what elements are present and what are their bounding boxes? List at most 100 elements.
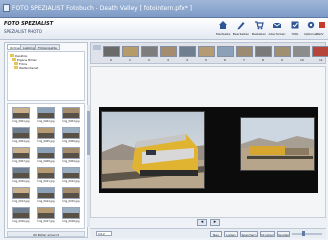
- strip-page-number: 1: [129, 58, 131, 62]
- thumbnail-image: [37, 207, 55, 219]
- thumbnail-item[interactable]: Img_0013.jpg: [12, 187, 30, 204]
- bottom-bar: 1/12 Neu Laden Speichern Drucken Senden: [90, 228, 326, 238]
- train-photo-small-image: [241, 118, 314, 170]
- thumbnail-image: [62, 107, 80, 119]
- thumbnail-caption: Img_0007.jpg: [12, 160, 30, 163]
- folder-icon: [14, 62, 18, 65]
- thumbnail-item[interactable]: Img_0010.jpg: [12, 167, 30, 184]
- thumbnail-item[interactable]: Img_0007.jpg: [12, 147, 30, 164]
- strip-page-thumbnail[interactable]: [217, 46, 234, 57]
- strip-page-number: 5: [205, 58, 207, 62]
- thumbnail-caption: Img_0018.jpg: [62, 220, 80, 223]
- strip-page-number: 11: [319, 58, 323, 62]
- pencil-icon: [237, 22, 245, 30]
- new-button[interactable]: Neu: [210, 231, 222, 237]
- thumbnail-image: [12, 207, 30, 219]
- thumbnail-item[interactable]: Img_0005.jpg: [37, 127, 55, 144]
- left-panel: Ordner Lieblings Fotoprojekte Desktop Ei…: [4, 42, 90, 238]
- more-button[interactable]: Mehr: [316, 20, 328, 38]
- thumbnail-image: [62, 167, 80, 179]
- thumbnail-image: [37, 127, 55, 139]
- thumbnail-item[interactable]: Img_0016.jpg: [12, 207, 30, 224]
- thumbnail-item[interactable]: Img_0008.jpg: [37, 147, 55, 164]
- cart-icon: [255, 21, 264, 30]
- thumbnail-item[interactable]: Img_0011.jpg: [37, 167, 55, 184]
- tree-item-label: Wetterdienst: [19, 66, 39, 70]
- thumbnail-item[interactable]: Img_0003.jpg: [62, 107, 80, 124]
- strip-page-thumbnail[interactable]: [293, 46, 310, 57]
- strip-page-number: 10: [300, 58, 304, 62]
- print-button[interactable]: Drucken: [260, 231, 275, 237]
- thumbnail-image: [12, 107, 30, 119]
- strip-page-number: 0: [110, 58, 112, 62]
- images-status: 99 Bilder erkannt: [7, 231, 85, 237]
- strip-page-thumbnail[interactable]: [255, 46, 272, 57]
- next-page-button[interactable]: ▸: [210, 219, 220, 226]
- strip-page-thumbnail[interactable]: [236, 46, 253, 57]
- thumbnail-item[interactable]: Img_0012.jpg: [62, 167, 80, 184]
- photo-spread[interactable]: [99, 107, 318, 193]
- thumbnail-caption: Img_0012.jpg: [62, 180, 80, 183]
- thumbnail-image: [62, 187, 80, 199]
- thumbnail-item[interactable]: Img_0009.jpg: [62, 147, 80, 164]
- window-title: FOTO SPEZIALIST Fotobuch - Death Valley …: [12, 5, 192, 12]
- more-label: Mehr: [316, 32, 324, 36]
- thumbnail-grid: Img_0001.jpg Img_0002.jpg Img_0003.jpg Img_…: [7, 103, 85, 229]
- strip-page-thumbnail[interactable]: [198, 46, 215, 57]
- thumbnail-caption: Img_0011.jpg: [37, 180, 55, 183]
- strip-page-thumbnail[interactable]: [103, 46, 120, 57]
- strip-page-number: 4: [186, 58, 188, 62]
- thumbnail-item[interactable]: Img_0018.jpg: [62, 207, 80, 224]
- thumbnail-caption: Img_0008.jpg: [37, 160, 55, 163]
- thumbnail-item[interactable]: Img_0002.jpg: [37, 107, 55, 124]
- page-indicator[interactable]: 1/12: [96, 231, 112, 236]
- photo-train-right[interactable]: [240, 117, 315, 171]
- thumbnail-caption: Img_0009.jpg: [62, 160, 80, 163]
- title-bar: FOTO SPEZIALIST Fotobuch - Death Valley …: [0, 0, 328, 18]
- thumbnail-caption: Img_0014.jpg: [37, 200, 55, 203]
- strip-page-number: 6: [224, 58, 226, 62]
- thumbnail-item[interactable]: Img_0006.jpg: [62, 127, 80, 144]
- brand-line2: SPEZIALIST PHOTO: [4, 29, 42, 34]
- folder-icon: [12, 58, 16, 61]
- send-icon: [272, 22, 282, 28]
- help-icon: [291, 21, 299, 29]
- thumbnail-item[interactable]: Img_0015.jpg: [62, 187, 80, 204]
- strip-page-thumbnail[interactable]: [160, 46, 177, 57]
- thumbnail-image: [62, 207, 80, 219]
- thumbnail-image: [12, 187, 30, 199]
- strip-page-thumbnail[interactable]: [312, 46, 328, 57]
- thumbnail-item[interactable]: Img_0001.jpg: [12, 107, 30, 124]
- load-button[interactable]: Laden: [224, 231, 238, 237]
- thumbnail-image: [37, 187, 55, 199]
- thumbnail-item[interactable]: Img_0017.jpg: [37, 207, 55, 224]
- thumbnail-caption: Img_0010.jpg: [12, 180, 30, 183]
- strip-page-thumbnail[interactable]: [141, 46, 158, 57]
- photo-train-left[interactable]: [101, 111, 205, 189]
- zoom-slider[interactable]: [292, 231, 322, 236]
- thumbnail-item[interactable]: Img_0004.jpg: [12, 127, 30, 144]
- strip-page-thumbnail[interactable]: [179, 46, 196, 57]
- zoom-slider-knob[interactable]: [302, 231, 305, 236]
- tab-fotoprojekte[interactable]: Fotoprojekte: [35, 44, 60, 50]
- ribbon: FOTO SPEZIALIST SPEZIALIST PHOTO Startse…: [0, 18, 328, 40]
- thumbnail-caption: Img_0004.jpg: [12, 140, 30, 143]
- thumbnail-image: [37, 167, 55, 179]
- prev-page-button[interactable]: ◂: [197, 219, 207, 226]
- tree-item-wetterdienst[interactable]: Wetterdienst: [14, 66, 38, 70]
- app-icon: [3, 4, 10, 12]
- strip-page-number: 9: [281, 58, 283, 62]
- save-button[interactable]: Speichern: [240, 231, 258, 237]
- thumbnail-image: [12, 147, 30, 159]
- thumbnail-caption: Img_0015.jpg: [62, 200, 80, 203]
- thumbnail-image: [12, 127, 30, 139]
- strip-page-thumbnail[interactable]: [122, 46, 139, 57]
- thumbnail-caption: Img_0001.jpg: [12, 120, 30, 123]
- thumbnail-caption: Img_0017.jpg: [37, 220, 55, 223]
- gear-icon: [307, 21, 315, 29]
- strip-page-thumbnail[interactable]: [274, 46, 291, 57]
- thumbnail-item[interactable]: Img_0014.jpg: [37, 187, 55, 204]
- strip-tab[interactable]: [93, 45, 101, 50]
- thumbnail-caption: Img_0002.jpg: [37, 120, 55, 123]
- send-bottom-button[interactable]: Senden: [277, 231, 290, 237]
